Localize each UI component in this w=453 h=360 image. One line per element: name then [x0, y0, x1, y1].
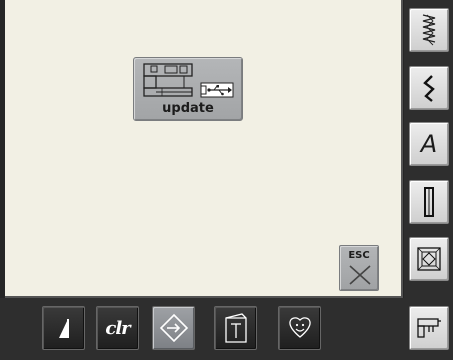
- clr-button[interactable]: clr: [96, 306, 139, 350]
- presser-foot-pressure-icon: [54, 316, 74, 340]
- buttonhole-button[interactable]: [409, 180, 449, 224]
- setup-icon: [416, 316, 442, 340]
- update-label: update: [162, 101, 214, 116]
- decorative-stitch-button[interactable]: [409, 8, 449, 52]
- alphabet-icon: A: [420, 130, 438, 158]
- clr-label: clr: [105, 317, 130, 339]
- tutorial-button[interactable]: [214, 306, 257, 350]
- setup-program-button[interactable]: [152, 306, 195, 350]
- presser-foot-button[interactable]: [42, 306, 85, 350]
- update-button[interactable]: update: [133, 57, 243, 121]
- setup-button[interactable]: [409, 306, 449, 350]
- personal-program-icon: [287, 315, 313, 341]
- practical-stitch-button[interactable]: [409, 66, 449, 110]
- tutorial-icon: [222, 312, 250, 344]
- main-screen: update ESC: [5, 0, 403, 298]
- esc-button[interactable]: ESC: [339, 245, 379, 291]
- practical-stitch-icon: [419, 73, 439, 103]
- sewing-machine-icon: [142, 63, 196, 99]
- quilt-stitch-icon: [416, 246, 442, 272]
- close-x-icon: [348, 264, 372, 286]
- alphabet-button[interactable]: A: [409, 122, 449, 166]
- esc-label: ESC: [348, 250, 370, 261]
- quilt-stitch-button[interactable]: [409, 237, 449, 281]
- usb-stick-icon: [200, 82, 234, 98]
- setup-program-icon: [159, 313, 189, 343]
- personal-program-button[interactable]: [278, 306, 321, 350]
- buttonhole-icon: [422, 186, 436, 218]
- decorative-stitch-icon: [419, 13, 439, 47]
